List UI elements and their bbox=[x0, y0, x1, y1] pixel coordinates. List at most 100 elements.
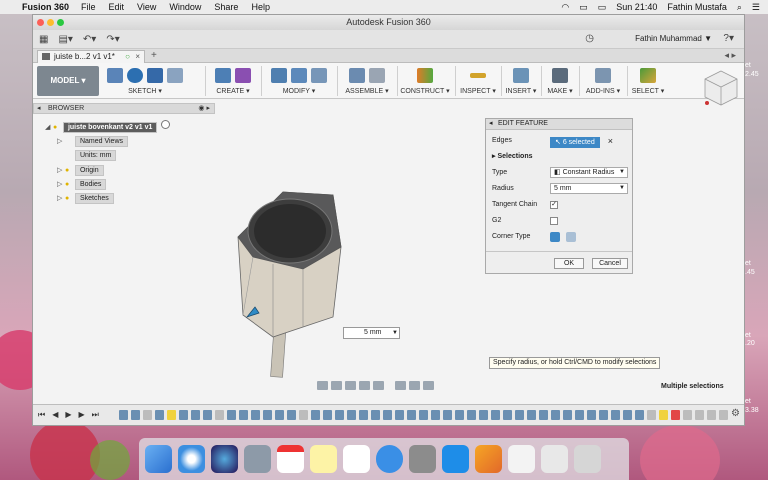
timeline-feature[interactable] bbox=[395, 410, 404, 420]
timeline-feature[interactable] bbox=[143, 410, 152, 420]
app-icon[interactable] bbox=[442, 445, 469, 473]
timeline-feature[interactable] bbox=[155, 410, 164, 420]
measure-icon[interactable] bbox=[470, 72, 486, 78]
viewports-icon[interactable] bbox=[423, 380, 434, 390]
setback-corner-icon[interactable] bbox=[565, 232, 576, 242]
timeline-feature[interactable] bbox=[287, 410, 296, 420]
timeline-feature[interactable] bbox=[383, 410, 392, 420]
document-tab[interactable]: juiste b...2 v1 v1* ○ × bbox=[37, 50, 145, 63]
edges-selector[interactable]: ↖ 6 selected × bbox=[550, 135, 613, 149]
selections-row[interactable]: ▸ Selections bbox=[492, 151, 628, 163]
timeline-feature[interactable] bbox=[179, 410, 188, 420]
timeline-feature[interactable] bbox=[299, 410, 308, 420]
modify-group[interactable]: MODIFY ▾ bbox=[265, 66, 333, 99]
timeline-feature[interactable] bbox=[611, 410, 620, 420]
undo-icon[interactable]: ↶▾ bbox=[83, 34, 96, 45]
construct-group[interactable]: CONSTRUCT ▾ bbox=[399, 66, 451, 99]
timeline-feature[interactable] bbox=[455, 410, 464, 420]
radio-icon[interactable] bbox=[161, 120, 171, 129]
play-icon[interactable]: ▶ bbox=[65, 410, 71, 420]
expand-icon[interactable]: ◢ bbox=[45, 122, 53, 133]
insert-image-icon[interactable] bbox=[513, 67, 529, 83]
orbit-icon[interactable] bbox=[317, 380, 328, 390]
menubar-app-name[interactable]: Fusion 360 bbox=[22, 2, 69, 12]
visibility-icon[interactable]: ● bbox=[65, 179, 73, 190]
finder-icon[interactable] bbox=[145, 445, 172, 473]
timeline-feature[interactable] bbox=[347, 410, 356, 420]
notes-icon[interactable] bbox=[310, 445, 337, 473]
messages-icon[interactable] bbox=[376, 445, 403, 473]
modify-menu[interactable]: MODIFY ▾ bbox=[265, 87, 333, 95]
spline-icon[interactable] bbox=[127, 67, 143, 83]
fillet-icon[interactable] bbox=[291, 67, 307, 83]
timeline-feature[interactable] bbox=[503, 410, 512, 420]
system-preferences-icon[interactable] bbox=[409, 445, 436, 473]
timeline-feature[interactable] bbox=[371, 410, 380, 420]
timeline-feature[interactable] bbox=[239, 410, 248, 420]
launchpad-icon[interactable] bbox=[244, 445, 271, 473]
expand-icon[interactable]: ▷ bbox=[57, 165, 65, 176]
timeline-feature[interactable] bbox=[167, 410, 176, 420]
insert-menu[interactable]: INSERT ▾ bbox=[503, 87, 539, 95]
browser-node-origin[interactable]: ▷ ● Origin bbox=[57, 165, 104, 176]
timeline-feature[interactable] bbox=[587, 410, 596, 420]
timeline-feature[interactable] bbox=[215, 410, 224, 420]
line-icon[interactable] bbox=[167, 67, 183, 83]
expand-icon[interactable]: ▷ bbox=[57, 179, 65, 190]
timeline-feature[interactable] bbox=[683, 410, 692, 420]
browser-node-named-views[interactable]: ▷ Named Views bbox=[57, 136, 129, 147]
view-cube[interactable] bbox=[703, 69, 739, 109]
timeline-feature[interactable] bbox=[623, 410, 632, 420]
menu-file[interactable]: File bbox=[81, 2, 96, 12]
minimize-window-icon[interactable] bbox=[47, 19, 54, 26]
inspect-menu[interactable]: INSPECT ▾ bbox=[457, 87, 499, 95]
extrude-icon[interactable] bbox=[215, 67, 231, 83]
pin-icon[interactable]: ◉ ▸ bbox=[198, 104, 210, 113]
zoom-icon[interactable] bbox=[359, 380, 370, 390]
pan-icon[interactable] bbox=[345, 380, 356, 390]
assemble-group[interactable]: ASSEMBLE ▾ bbox=[341, 66, 393, 99]
timeline-feature[interactable] bbox=[479, 410, 488, 420]
select-menu[interactable]: SELECT ▾ bbox=[629, 87, 667, 95]
clear-selection-icon[interactable]: × bbox=[608, 136, 613, 146]
tab-arrows-icon[interactable]: ◂ ▸ bbox=[724, 50, 736, 61]
grid-settings-icon[interactable] bbox=[409, 380, 420, 390]
safari-icon[interactable] bbox=[178, 445, 205, 473]
menu-edit[interactable]: Edit bbox=[109, 2, 125, 12]
step-back-icon[interactable]: ◀ bbox=[52, 410, 58, 420]
workspace-switcher[interactable]: MODEL ▾ bbox=[37, 66, 99, 96]
timeline-feature[interactable] bbox=[707, 410, 716, 420]
menubar-user[interactable]: Fathin Mustafa bbox=[667, 2, 727, 12]
go-to-start-icon[interactable]: ⏮ bbox=[38, 410, 45, 420]
scripts-icon[interactable] bbox=[595, 67, 611, 83]
type-select[interactable]: ◧ Constant Radius ▼ bbox=[550, 167, 628, 179]
inspect-group[interactable]: INSPECT ▾ bbox=[457, 66, 499, 99]
add-ins-group[interactable]: ADD-INS ▾ bbox=[581, 66, 625, 99]
rolling-ball-corner-icon[interactable] bbox=[550, 232, 560, 242]
construct-menu[interactable]: CONSTRUCT ▾ bbox=[399, 87, 451, 95]
help-icon[interactable]: ?▾ bbox=[723, 33, 734, 44]
collapse-icon[interactable]: ◂ bbox=[37, 104, 41, 113]
timeline-feature[interactable] bbox=[599, 410, 608, 420]
timeline-feature[interactable] bbox=[659, 410, 668, 420]
sketch-group[interactable]: SKETCH ▾ bbox=[103, 66, 187, 99]
browser-node-bodies[interactable]: ▷ ● Bodies bbox=[57, 179, 107, 190]
make-menu[interactable]: MAKE ▾ bbox=[543, 87, 577, 95]
browser-header[interactable]: ◂ BROWSER ◉ ▸ bbox=[33, 103, 215, 114]
select-group[interactable]: SELECT ▾ bbox=[629, 66, 667, 99]
add-ins-menu[interactable]: ADD-INS ▾ bbox=[581, 87, 625, 95]
menu-window[interactable]: Window bbox=[169, 2, 201, 12]
visibility-icon[interactable]: ● bbox=[65, 165, 73, 176]
radius-input[interactable]: 5 mm ▼ bbox=[550, 183, 628, 194]
timeline-feature[interactable] bbox=[263, 410, 272, 420]
assemble-menu[interactable]: ASSEMBLE ▾ bbox=[341, 87, 393, 95]
3d-model-viewport[interactable] bbox=[233, 187, 373, 397]
file-icon[interactable]: ▤▾ bbox=[58, 34, 72, 45]
timeline-feature[interactable] bbox=[407, 410, 416, 420]
battery-icon[interactable]: ▭ bbox=[598, 2, 607, 13]
g2-checkbox[interactable] bbox=[550, 217, 558, 225]
timeline-feature[interactable] bbox=[431, 410, 440, 420]
offset-plane-icon[interactable] bbox=[417, 67, 433, 83]
browser-node-units[interactable]: Units: mm bbox=[57, 150, 117, 161]
calendar-icon[interactable] bbox=[277, 445, 304, 473]
